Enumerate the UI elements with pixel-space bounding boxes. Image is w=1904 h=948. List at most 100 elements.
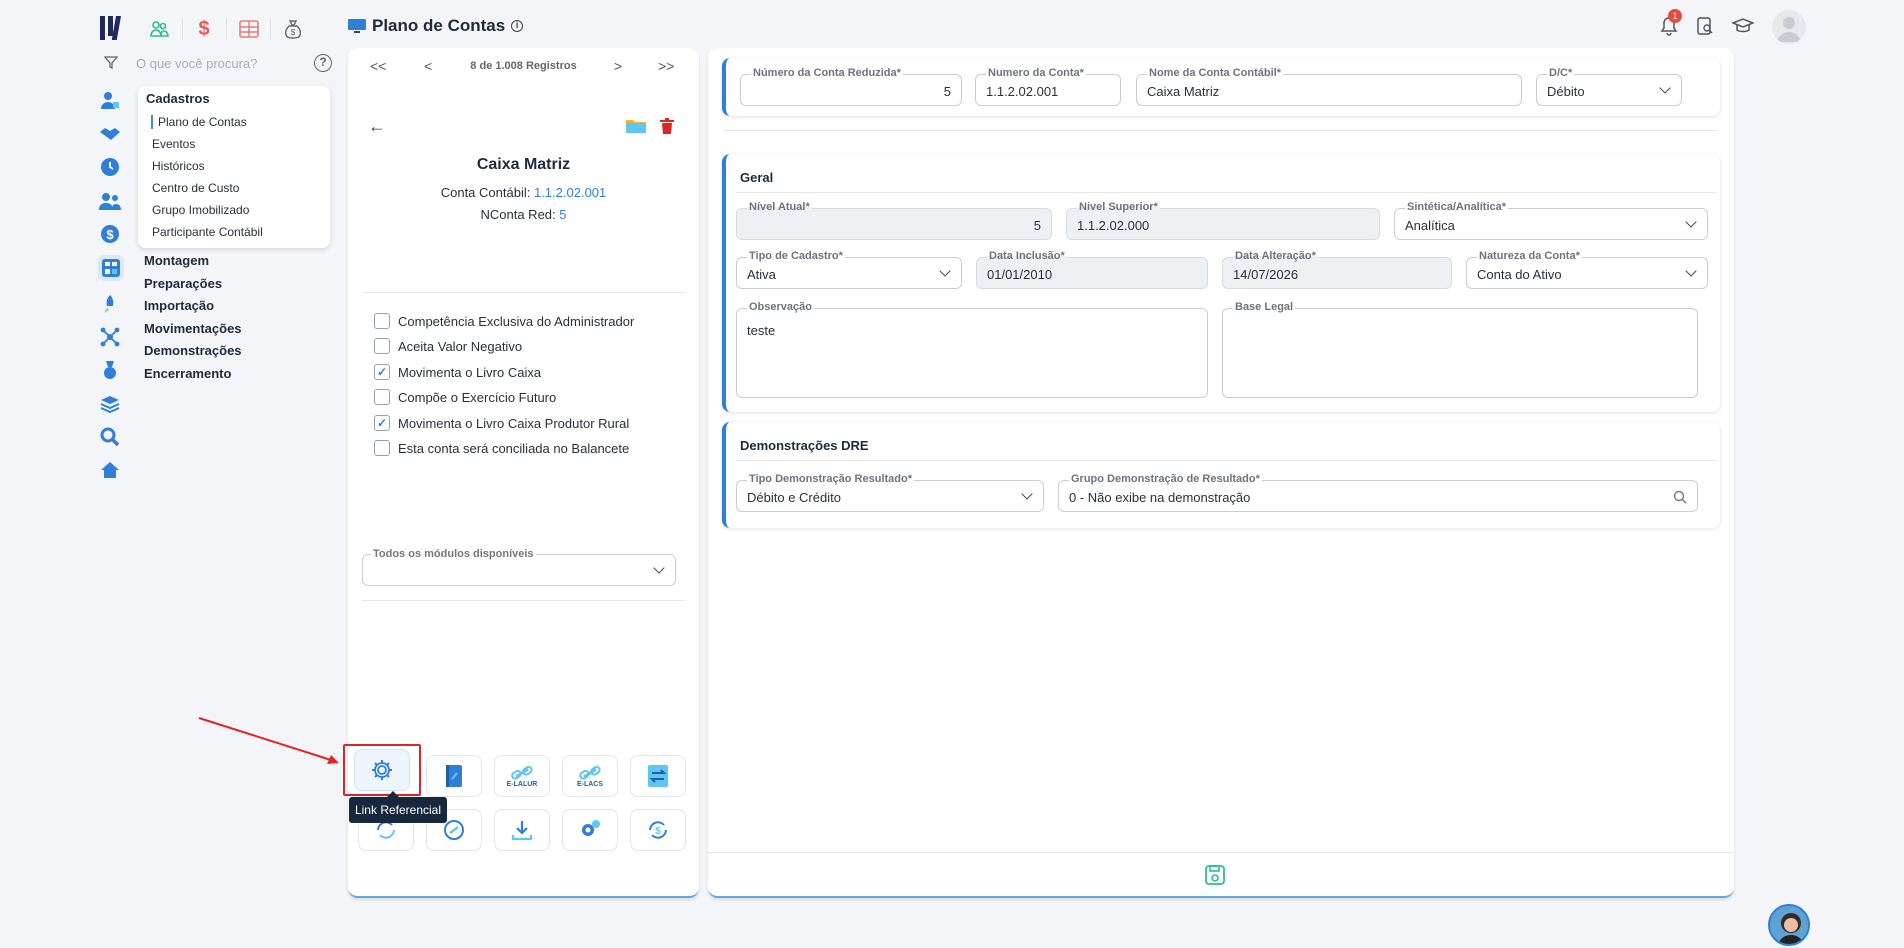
sidebar-item-encerramento[interactable]: Encerramento xyxy=(144,366,231,381)
trash-icon[interactable] xyxy=(660,118,674,134)
transfer-icon xyxy=(648,765,668,787)
form-panel: Número da Conta Reduzida* 5 Numero da Co… xyxy=(708,48,1734,898)
user-avatar[interactable] xyxy=(1772,10,1806,44)
submenu-item-historicos[interactable]: Históricos xyxy=(152,159,205,173)
money-bag-icon[interactable]: $ xyxy=(282,18,304,40)
checkbox-conciliada-balancete[interactable] xyxy=(374,440,390,456)
search-input[interactable]: O que você procura? xyxy=(136,56,314,71)
tipo-cadastro-select[interactable]: Tipo de Cadastro* Ativa xyxy=(736,250,962,289)
checkbox-livro-caixa-produtor-rural[interactable]: ✓ xyxy=(374,415,390,431)
sidebar-item-importacao[interactable]: Importação xyxy=(144,298,214,313)
help-icon[interactable]: ? xyxy=(314,54,332,72)
separator xyxy=(270,18,271,40)
dollar-coin-icon[interactable]: $ xyxy=(98,222,122,246)
checkbox-row[interactable]: Esta conta será conciliada no Balancete xyxy=(374,440,629,456)
checkbox-movimenta-livro-caixa[interactable]: ✓ xyxy=(374,364,390,380)
submenu-item-eventos[interactable]: Eventos xyxy=(152,137,195,151)
checkbox-aceita-valor-negativo[interactable] xyxy=(374,338,390,354)
link-icon xyxy=(579,765,601,780)
dollar-icon[interactable]: $ xyxy=(193,18,215,40)
numero-conta-field[interactable]: Numero da Conta* 1.1.2.02.001 xyxy=(975,67,1121,106)
grid-icon[interactable] xyxy=(238,18,260,40)
chevron-down-icon xyxy=(1685,216,1697,228)
submenu-item-centro-de-custo[interactable]: Centro de Custo xyxy=(152,181,239,195)
book-link-button[interactable] xyxy=(426,755,482,797)
currency-sync-button[interactable]: $ xyxy=(630,809,686,851)
user-register-icon[interactable] xyxy=(98,88,122,112)
people-group-icon[interactable] xyxy=(148,18,170,40)
sidebar-item-montagem[interactable]: Montagem xyxy=(144,253,209,268)
submenu-title[interactable]: Cadastros xyxy=(146,91,210,106)
rocket-icon[interactable] xyxy=(98,292,122,316)
checkbox-row[interactable]: Competência Exclusiva do Administrador xyxy=(374,313,634,329)
calculator-icon[interactable] xyxy=(98,255,124,281)
transfer-button[interactable] xyxy=(630,755,686,797)
checkbox-row[interactable]: Compõe o Exercício Futuro xyxy=(374,389,556,405)
folder-icon[interactable] xyxy=(626,118,646,133)
nome-conta-field[interactable]: Nome da Conta Contábil* Caixa Matriz xyxy=(1136,67,1522,106)
divider xyxy=(736,192,1716,193)
record-pager: << < 8 de 1.008 Registros > >> xyxy=(348,58,699,78)
layers-icon[interactable] xyxy=(98,392,122,416)
field-value: 1.1.2.02.001 xyxy=(986,84,1059,99)
e-lacs-button[interactable]: E-LACS xyxy=(562,755,618,797)
graduation-cap-icon[interactable] xyxy=(1731,14,1755,38)
checkbox-row[interactable]: Aceita Valor Negativo xyxy=(374,338,522,354)
sidebar-item-demonstracoes[interactable]: Demonstrações xyxy=(144,343,242,358)
e-lalur-button[interactable]: E-LALUR xyxy=(494,755,550,797)
handshake-icon[interactable] xyxy=(98,122,122,146)
field-label: Número da Conta Reduzida* xyxy=(751,67,903,79)
settings-button[interactable] xyxy=(562,809,618,851)
sidebar-item-movimentacoes[interactable]: Movimentações xyxy=(144,321,242,336)
magnifier-icon[interactable] xyxy=(98,425,122,449)
chevron-down-icon xyxy=(939,265,951,277)
checkbox-competencia-exclusiva[interactable] xyxy=(374,313,390,329)
submenu-item-grupo-imobilizado[interactable]: Grupo Imobilizado xyxy=(152,203,249,217)
svg-text:$: $ xyxy=(655,826,661,837)
account-header-card: Número da Conta Reduzida* 5 Numero da Co… xyxy=(722,58,1720,116)
card-title: Demonstrações DRE xyxy=(740,438,869,453)
chevron-down-icon xyxy=(1659,82,1671,94)
sidebar-item-preparacoes[interactable]: Preparações xyxy=(144,276,222,291)
home-icon[interactable] xyxy=(98,458,122,482)
grupo-demonstracao-field[interactable]: Grupo Demonstração de Resultado* 0 - Não… xyxy=(1058,473,1698,512)
monitor-icon xyxy=(348,19,366,33)
last-record-button[interactable]: >> xyxy=(658,58,674,74)
submenu-item-participante-contabil[interactable]: Participante Contábil xyxy=(152,225,263,239)
medal-icon[interactable] xyxy=(98,358,122,382)
link-referencial-button[interactable] xyxy=(343,744,421,796)
back-arrow-icon[interactable]: ← xyxy=(368,116,386,137)
app-logo[interactable] xyxy=(100,16,126,40)
checkbox-row[interactable]: ✓ Movimenta o Livro Caixa xyxy=(374,364,541,380)
tipo-demonstracao-select[interactable]: Tipo Demonstração Resultado* Débito e Cr… xyxy=(736,473,1044,512)
natureza-conta-select[interactable]: Natureza da Conta* Conta do Ativo xyxy=(1466,250,1708,289)
support-avatar[interactable] xyxy=(1768,904,1810,946)
base-legal-textarea[interactable]: Base Legal xyxy=(1222,301,1698,398)
network-icon[interactable] xyxy=(98,325,122,349)
filter-icon[interactable] xyxy=(104,56,118,70)
submenu-item-plano-de-contas[interactable]: Plano de Contas xyxy=(151,115,247,129)
tooltip: Link Referencial xyxy=(349,791,447,823)
link-icon xyxy=(511,765,533,780)
info-icon[interactable]: i xyxy=(511,20,524,32)
modules-select[interactable]: Todos os módulos disponíveis xyxy=(362,548,676,586)
sintetica-analitica-select[interactable]: Sintética/Analítica* Analítica xyxy=(1394,201,1708,240)
checkbox-row[interactable]: ✓ Movimenta o Livro Caixa Produtor Rural xyxy=(374,415,629,431)
search-icon[interactable] xyxy=(1673,490,1687,504)
numero-reduzida-field[interactable]: Número da Conta Reduzida* 5 xyxy=(740,67,962,106)
next-record-button[interactable]: > xyxy=(614,58,622,74)
field-value: 1.1.2.02.000 xyxy=(1077,218,1150,233)
document-search-icon[interactable] xyxy=(1693,14,1717,38)
clock-icon[interactable] xyxy=(98,155,122,179)
observacao-textarea[interactable]: Observação teste xyxy=(736,301,1208,398)
field-value: Débito e Crédito xyxy=(747,490,841,505)
dc-select[interactable]: D/C* Débito xyxy=(1536,67,1682,106)
global-search[interactable]: O que você procura? ? xyxy=(104,54,332,72)
checkbox-label: Movimenta o Livro Caixa xyxy=(398,364,542,380)
download-button[interactable] xyxy=(494,809,550,851)
checkbox-compoe-exercicio-futuro[interactable] xyxy=(374,389,390,405)
field-value: teste xyxy=(747,323,776,338)
field-label: Nível Atual* xyxy=(747,201,812,213)
save-icon[interactable] xyxy=(1204,864,1226,886)
users-icon[interactable] xyxy=(98,189,122,213)
